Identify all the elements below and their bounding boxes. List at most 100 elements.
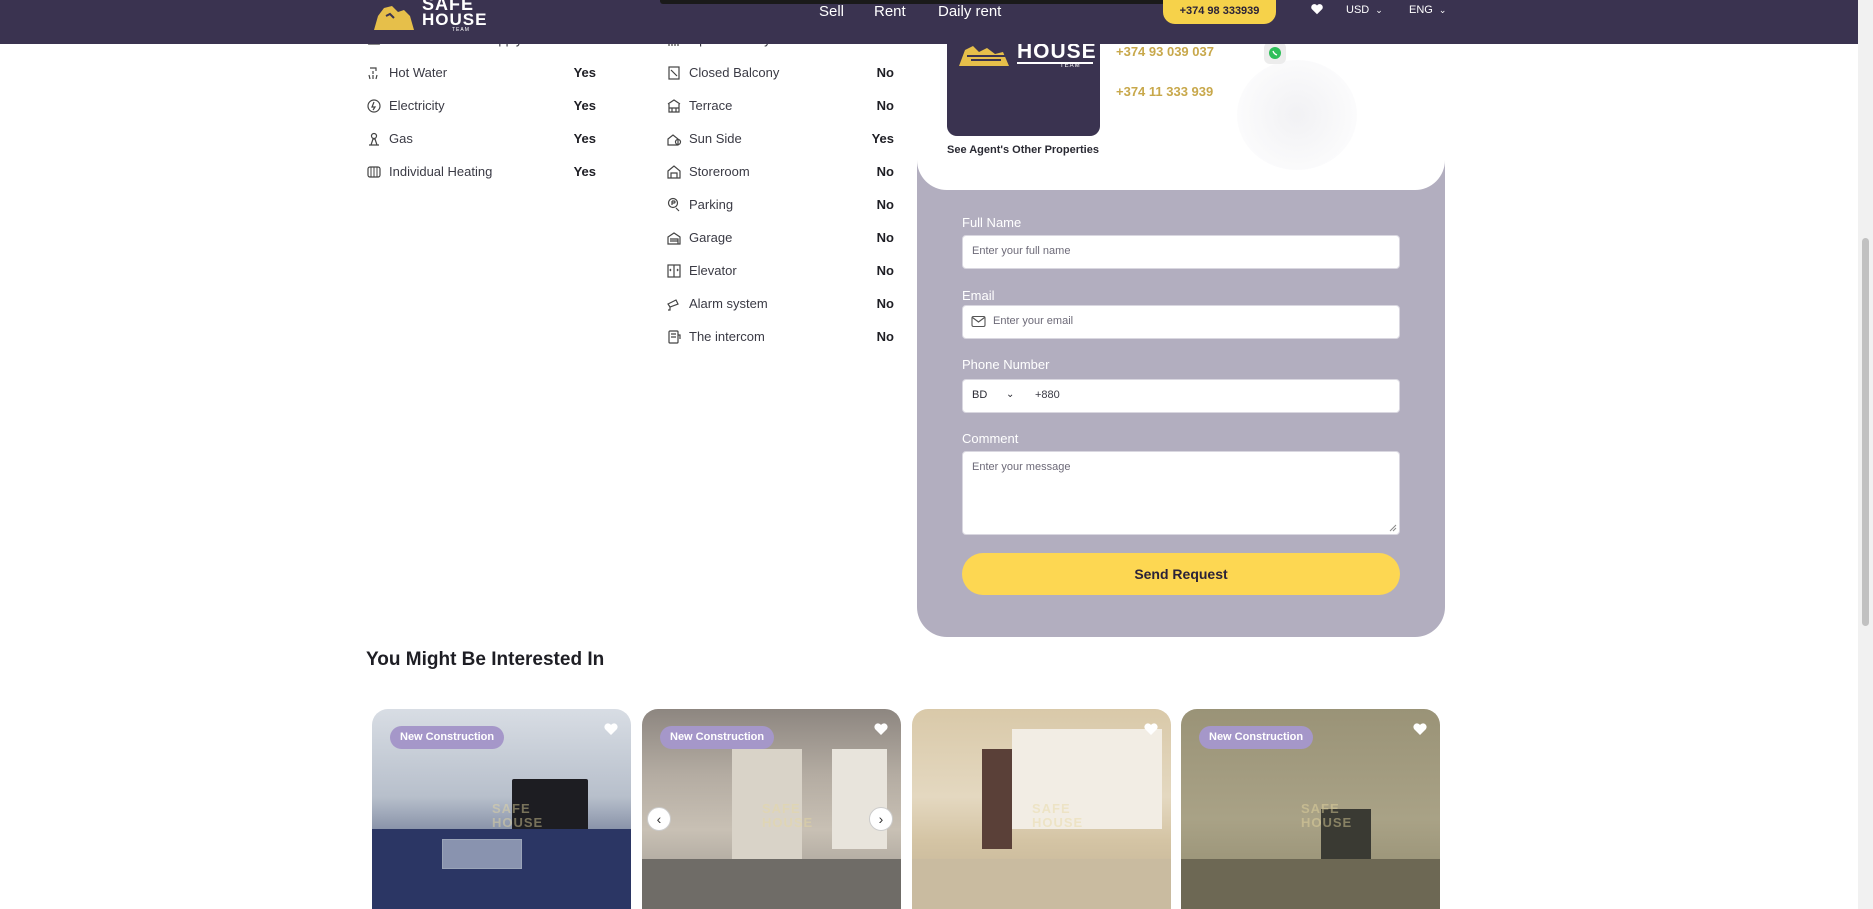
garage-icon [667, 232, 681, 245]
lion-logo-icon [959, 46, 1009, 66]
comment-placeholder: Enter your message [972, 461, 1071, 473]
amenity-value: No [876, 164, 894, 179]
amenity-label: Gas [389, 131, 413, 146]
agent-photo[interactable]: HOUSE TEAM [947, 34, 1100, 136]
logo-underline [1017, 62, 1093, 64]
amenity-label: Electricity [389, 98, 445, 113]
card-badge: New Construction [390, 726, 505, 749]
heart-icon[interactable] [873, 721, 889, 737]
electricity-icon [367, 99, 381, 113]
amenity-row: Parking No [666, 195, 894, 215]
amenity-label: Closed Balcony [689, 65, 780, 80]
agent-other-properties-link[interactable]: See Agent's Other Properties [947, 144, 1099, 156]
agent-photo-team-text: TEAM [1060, 63, 1081, 69]
amenity-row: Gas Yes [366, 129, 596, 149]
whatsapp-icon[interactable] [1264, 42, 1286, 64]
watermark-text: HOUSE [492, 815, 544, 830]
site-header: SAFE HOUSE TEAM Sell Rent Daily rent +37… [0, 0, 1858, 44]
property-card[interactable]: New Construction SAFE HOUSE [372, 709, 631, 909]
favorites-heart-icon[interactable] [1310, 2, 1324, 16]
language-select[interactable]: ENG ⌄ [1409, 4, 1446, 16]
watermark-text: SAFE [1301, 801, 1340, 816]
gas-icon [369, 132, 379, 146]
comment-label: Comment [962, 431, 1019, 446]
property-card[interactable]: New Construction SAFE HOUSE [1181, 709, 1440, 909]
amenity-value: Yes [573, 98, 596, 113]
alarm-icon [667, 299, 679, 311]
header-phone-button[interactable]: +374 98 333939 [1163, 0, 1276, 24]
terrace-icon [667, 99, 681, 113]
carousel-prev-button[interactable]: ‹ [647, 807, 671, 831]
nav-rent[interactable]: Rent [874, 3, 906, 20]
amenity-label: Hot Water [389, 65, 448, 80]
agent-phone-1[interactable]: +374 93 039 037 [1116, 44, 1214, 59]
amenity-label: Terrace [689, 98, 733, 113]
email-placeholder: Enter your email [993, 315, 1074, 327]
amenity-label: Elevator [689, 263, 737, 278]
window-shape [832, 749, 887, 849]
search-strip [660, 0, 1165, 4]
watermark-logo: SAFE HOUSE [462, 801, 552, 833]
watermark-text: HOUSE [1032, 815, 1084, 830]
amenity-value: Yes [573, 65, 596, 80]
full-name-placeholder: Enter your full name [972, 245, 1071, 257]
amenity-row: Garage No [666, 228, 894, 248]
amenity-row: Alarm system No [666, 294, 894, 314]
intercom-icon [668, 330, 681, 344]
floor-shape [912, 859, 1171, 909]
site-logo[interactable]: SAFE HOUSE TEAM [372, 0, 486, 34]
amenity-row: Electricity Yes [366, 96, 596, 116]
amenity-label: Alarm system [689, 296, 768, 311]
currency-select[interactable]: USD ⌄ [1346, 4, 1383, 16]
curtain-shape [982, 749, 1012, 849]
heart-icon[interactable] [1412, 721, 1428, 737]
amenity-row: Hot Water Yes [366, 63, 596, 83]
amenity-value: No [876, 230, 894, 245]
decorative-glow [1237, 60, 1357, 170]
email-input[interactable]: Enter your email [962, 305, 1400, 339]
amenity-value: No [876, 197, 894, 212]
property-card[interactable]: New Construction SAFE HOUSE [642, 709, 901, 909]
amenity-label: The intercom [689, 329, 765, 344]
amenity-label: Garage [689, 230, 733, 245]
full-name-input[interactable]: Enter your full name [962, 235, 1400, 269]
heating-icon [367, 166, 381, 178]
comment-textarea[interactable]: Enter your message [962, 451, 1400, 535]
watermark-text: HOUSE [1301, 815, 1353, 830]
agent-card: HOUSE TEAM +374 93 039 037 +374 11 333 9… [917, 30, 1445, 190]
amenity-row: Terrace No [666, 96, 894, 116]
scrollbar-thumb[interactable] [1862, 238, 1869, 626]
dial-code: +880 [1035, 389, 1060, 401]
amenity-value: No [876, 65, 894, 80]
country-code-select[interactable]: BD [972, 389, 987, 401]
hot-water-icon [368, 67, 378, 80]
phone-label: Phone Number [962, 357, 1050, 372]
watermark-text: HOUSE [762, 815, 814, 830]
amenity-row: Elevator No [666, 261, 894, 281]
amenity-row: Closed Balcony No [666, 63, 894, 83]
nav-daily-rent[interactable]: Daily rent [938, 3, 1001, 20]
amenity-value: No [876, 98, 894, 113]
nav-sell[interactable]: Sell [819, 3, 844, 20]
property-card[interactable]: SAFE HOUSE [912, 709, 1171, 909]
full-name-label: Full Name [962, 215, 1022, 230]
phone-input[interactable]: BD ⌄ +880 [962, 379, 1400, 413]
floor-shape [642, 859, 901, 909]
resize-grip-icon[interactable] [1389, 524, 1397, 532]
watermark-text: SAFE [492, 801, 531, 816]
amenity-value: No [876, 329, 894, 344]
chevron-down-icon: ⌄ [1375, 5, 1383, 15]
agent-phone-2[interactable]: +374 11 333 939 [1116, 84, 1213, 99]
send-request-button[interactable]: Send Request [962, 553, 1400, 595]
elevator-icon [667, 264, 681, 278]
page-scrollbar[interactable] [1858, 0, 1873, 909]
chevron-down-icon[interactable]: ⌄ [1006, 389, 1014, 400]
amenity-row: The intercom No [666, 327, 894, 347]
amenity-value: No [876, 263, 894, 278]
heart-icon[interactable] [1143, 721, 1159, 737]
lion-logo-icon [374, 6, 414, 30]
heart-icon[interactable] [603, 721, 619, 737]
carousel-next-button[interactable]: › [869, 807, 893, 831]
watermark-text: SAFE [762, 801, 801, 816]
watermark-logo: SAFE HOUSE [732, 801, 822, 833]
